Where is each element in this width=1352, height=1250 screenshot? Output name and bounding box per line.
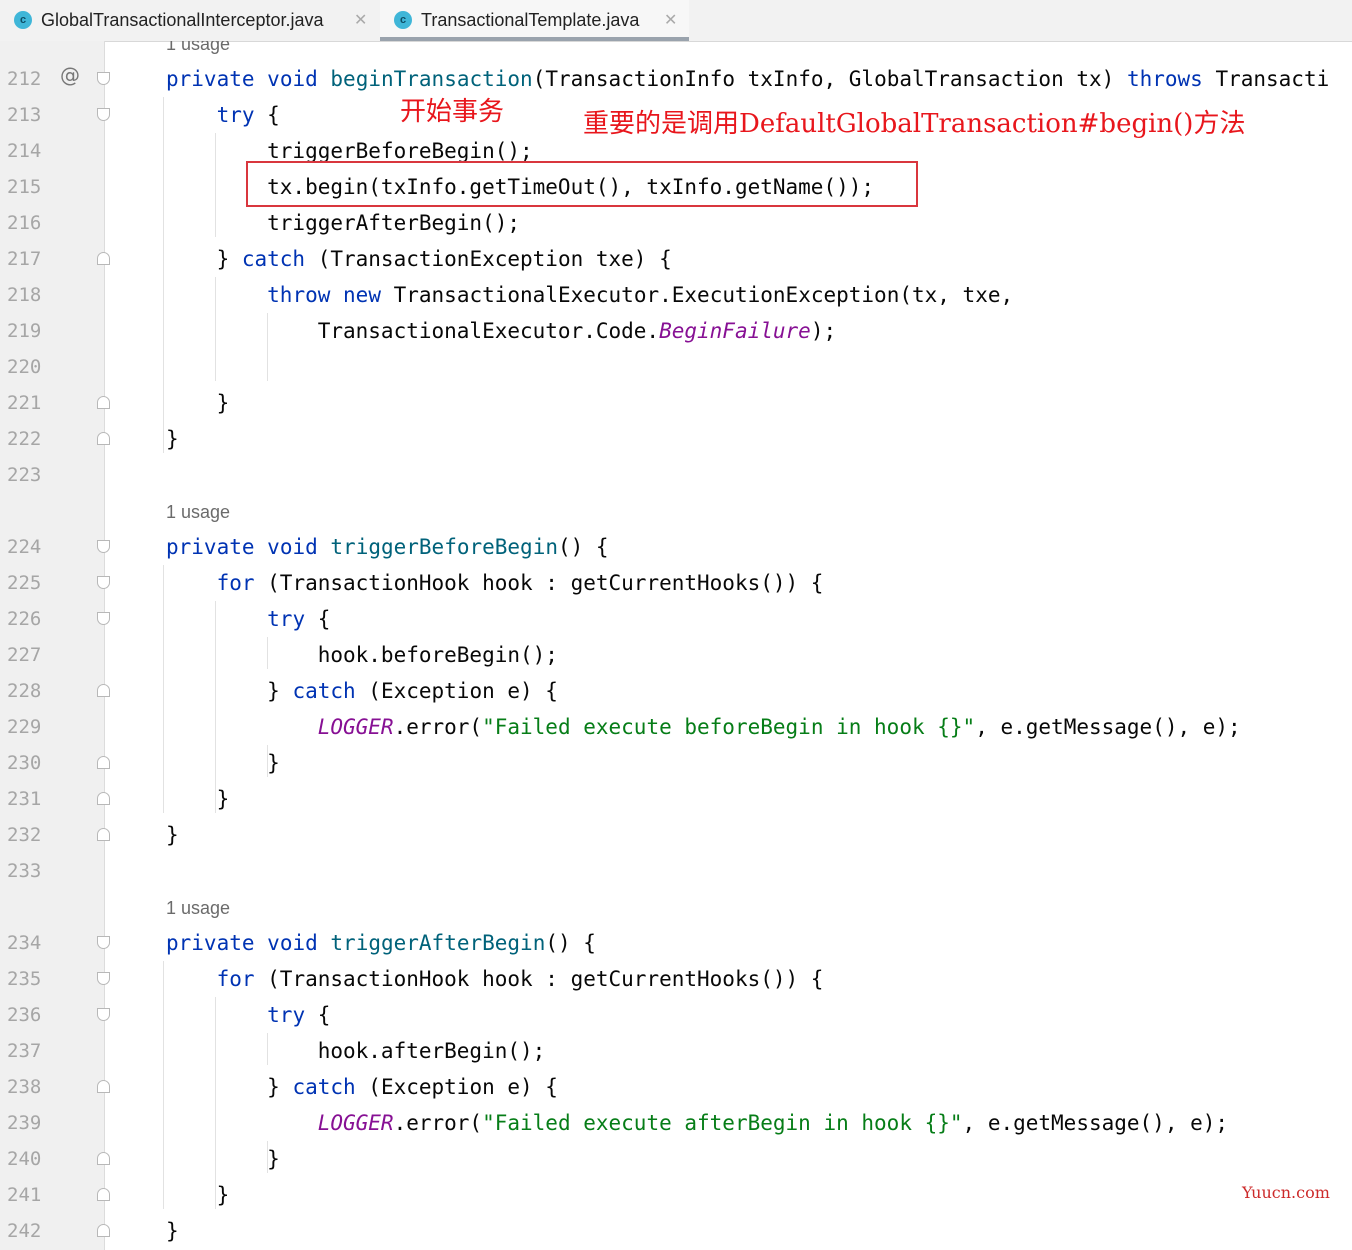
line-number: 214	[7, 140, 42, 162]
tab-transactional-template[interactable]: c TransactionalTemplate.java ✕	[380, 0, 689, 41]
code-line[interactable]: triggerAfterBegin();	[166, 205, 520, 241]
fold-icon[interactable]	[97, 828, 110, 841]
line-number: 226	[7, 608, 42, 630]
editor-tab-bar: c GlobalTransactionalInterceptor.java ✕ …	[0, 0, 1352, 42]
code-editor[interactable]: 1 usage 1 usage 1 usage @ 212 private vo…	[0, 41, 1352, 1250]
fold-icon[interactable]	[97, 936, 110, 949]
close-icon[interactable]: ✕	[354, 10, 367, 30]
line-number: 241	[7, 1184, 42, 1206]
usage-hint[interactable]: 1 usage	[166, 893, 230, 923]
usage-hint[interactable]: 1 usage	[166, 497, 230, 527]
code-line[interactable]: try {	[166, 97, 280, 133]
watermark: Yuucn.com	[1242, 1183, 1330, 1202]
code-line[interactable]: private void triggerAfterBegin() {	[166, 925, 596, 961]
line-number: 222	[7, 428, 42, 450]
line-number: 216	[7, 212, 42, 234]
fold-icon[interactable]	[97, 72, 110, 85]
line-number: 224	[7, 536, 42, 558]
code-line[interactable]: try {	[166, 601, 330, 637]
line-number: 213	[7, 104, 42, 126]
code-line[interactable]: }	[166, 385, 230, 421]
fold-icon[interactable]	[97, 756, 110, 769]
fold-icon[interactable]	[97, 576, 110, 589]
fold-icon[interactable]	[97, 1188, 110, 1201]
code-line[interactable]: } catch (Exception e) {	[166, 673, 558, 709]
code-line[interactable]: }	[166, 1177, 230, 1213]
line-number: 215	[7, 176, 42, 198]
close-icon[interactable]: ✕	[664, 10, 677, 30]
fold-icon[interactable]	[97, 252, 110, 265]
code-line[interactable]: } catch (Exception e) {	[166, 1069, 558, 1105]
fold-icon[interactable]	[97, 1080, 110, 1093]
line-number: 236	[7, 1004, 42, 1026]
highlight-box	[246, 161, 918, 207]
line-number: 239	[7, 1112, 42, 1134]
code-line[interactable]: }	[166, 1213, 179, 1249]
class-c-icon: c	[394, 11, 412, 29]
line-number: 231	[7, 788, 42, 810]
line-number: 212	[7, 68, 42, 90]
line-number: 225	[7, 572, 42, 594]
fold-icon[interactable]	[97, 1152, 110, 1165]
tab-label: TransactionalTemplate.java	[421, 10, 640, 30]
line-number: 233	[7, 860, 42, 882]
line-number: 220	[7, 356, 42, 378]
annotation-important-note: 重要的是调用DefaultGlobalTransaction#begin()方法	[583, 109, 1246, 139]
fold-icon[interactable]	[97, 1008, 110, 1021]
code-line[interactable]: private void beginTransaction(Transactio…	[166, 61, 1329, 97]
fold-icon[interactable]	[97, 108, 110, 121]
line-number: 227	[7, 644, 42, 666]
line-number: 234	[7, 932, 42, 954]
code-line[interactable]: }	[166, 421, 179, 457]
code-line[interactable]: LOGGER.error("Failed execute afterBegin …	[166, 1105, 1228, 1141]
code-line[interactable]: hook.afterBegin();	[166, 1033, 546, 1069]
override-at-icon[interactable]: @	[60, 63, 80, 87]
line-number: 232	[7, 824, 42, 846]
tab-global-transactional-interceptor[interactable]: c GlobalTransactionalInterceptor.java ✕	[0, 0, 378, 41]
code-line[interactable]: }	[166, 781, 230, 817]
usage-hint[interactable]: 1 usage	[166, 41, 230, 59]
line-number: 218	[7, 284, 42, 306]
line-number: 238	[7, 1076, 42, 1098]
line-number: 219	[7, 320, 42, 342]
fold-icon[interactable]	[97, 684, 110, 697]
line-number: 221	[7, 392, 42, 414]
code-line[interactable]: try {	[166, 997, 330, 1033]
line-number: 217	[7, 248, 42, 270]
fold-icon[interactable]	[97, 540, 110, 553]
code-line[interactable]: hook.beforeBegin();	[166, 637, 558, 673]
line-number: 228	[7, 680, 42, 702]
code-line[interactable]: throw new TransactionalExecutor.Executio…	[166, 277, 1013, 313]
fold-icon[interactable]	[97, 792, 110, 805]
code-line[interactable]: }	[166, 1141, 280, 1177]
line-number: 235	[7, 968, 42, 990]
line-number: 242	[7, 1220, 42, 1242]
code-line[interactable]: LOGGER.error("Failed execute beforeBegin…	[166, 709, 1241, 745]
line-number: 240	[7, 1148, 42, 1170]
annotation-start-transaction: 开始事务	[400, 97, 505, 127]
line-number: 229	[7, 716, 42, 738]
fold-icon[interactable]	[97, 612, 110, 625]
code-line[interactable]: private void triggerBeforeBegin() {	[166, 529, 609, 565]
code-line[interactable]: }	[166, 817, 179, 853]
fold-icon[interactable]	[97, 432, 110, 445]
fold-icon[interactable]	[97, 396, 110, 409]
fold-icon[interactable]	[97, 1224, 110, 1237]
code-line[interactable]: }	[166, 745, 280, 781]
line-number: 230	[7, 752, 42, 774]
fold-icon[interactable]	[97, 972, 110, 985]
code-line[interactable]: for (TransactionHook hook : getCurrentHo…	[166, 565, 824, 601]
code-line[interactable]: for (TransactionHook hook : getCurrentHo…	[166, 961, 824, 997]
code-line[interactable]: TransactionalExecutor.Code.BeginFailure)…	[166, 313, 836, 349]
class-c-icon: c	[14, 11, 32, 29]
line-number: 237	[7, 1040, 42, 1062]
tab-label: GlobalTransactionalInterceptor.java	[41, 10, 324, 30]
code-line[interactable]: } catch (TransactionException txe) {	[166, 241, 672, 277]
line-number: 223	[7, 464, 42, 486]
